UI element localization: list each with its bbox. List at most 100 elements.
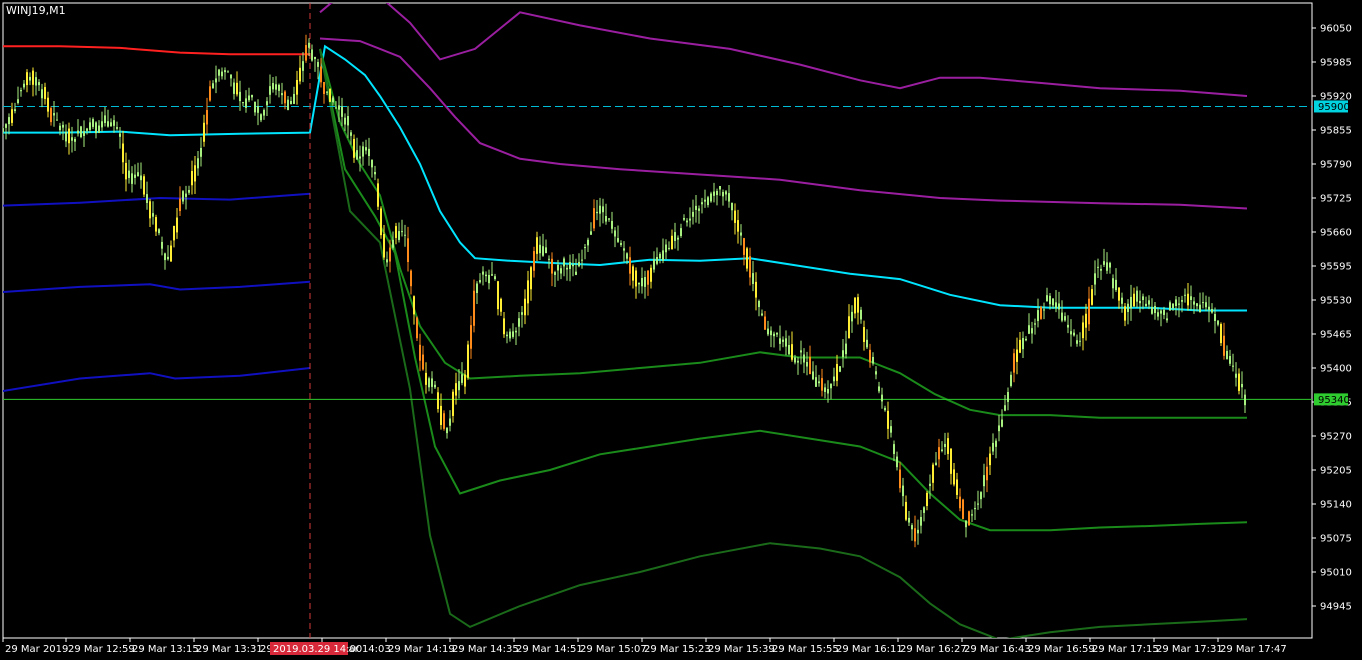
candle-body — [752, 273, 754, 284]
x-tick-label: 29 Mar 17:47 — [1220, 644, 1287, 655]
candle-body — [197, 158, 199, 169]
candle-body — [761, 313, 763, 316]
candle-body — [614, 230, 616, 237]
candle-body — [1238, 373, 1240, 391]
candle-body — [1079, 340, 1081, 342]
candle-body — [164, 253, 166, 261]
candle-body — [1181, 300, 1183, 302]
candle-body — [851, 311, 853, 322]
candle-body — [233, 82, 235, 94]
candle-body — [998, 425, 1000, 432]
candle-body — [617, 238, 619, 242]
candle-body — [176, 217, 178, 233]
candle-body — [1067, 324, 1069, 328]
candle-body — [446, 427, 448, 434]
candle-body — [1001, 419, 1003, 427]
x-tick-label: 29 Mar 13:31 — [196, 644, 263, 655]
candle-body — [539, 244, 541, 254]
candle-body — [959, 496, 961, 509]
candle-body — [422, 354, 424, 370]
candle-body — [80, 126, 82, 138]
candle-body — [824, 387, 826, 392]
y-tick-label: 95140 — [1320, 500, 1352, 511]
candle-body — [968, 511, 970, 526]
price-chart[interactable]: 9605095985959209585595790957259566095595… — [0, 0, 1362, 660]
candle-body — [596, 211, 598, 214]
candle-body — [1052, 298, 1054, 306]
candle-body — [116, 127, 118, 129]
candle-body — [416, 317, 418, 339]
x-tick-label: 29 Mar 2019 — [5, 644, 68, 655]
candle-body — [182, 191, 184, 202]
candle-body — [1196, 303, 1198, 307]
candle-body — [434, 384, 436, 388]
candle-body — [500, 298, 502, 312]
candle-body — [896, 456, 898, 468]
candle-body — [557, 264, 559, 271]
candle-body — [8, 117, 10, 125]
candle-body — [479, 280, 481, 283]
candle-body — [1046, 295, 1048, 302]
candle-body — [548, 258, 550, 260]
candle-body — [881, 394, 883, 402]
candle-body — [56, 119, 58, 121]
candle-body — [263, 109, 265, 116]
candle-body — [302, 61, 304, 71]
candle-body — [77, 130, 79, 134]
candle-body — [101, 121, 103, 128]
candle-body — [1157, 312, 1159, 317]
candle-body — [1202, 302, 1204, 304]
candle-body — [287, 99, 289, 111]
candle-body — [365, 147, 367, 151]
candle-body — [731, 202, 733, 211]
candle-body — [740, 232, 742, 236]
candle-body — [1112, 278, 1114, 289]
candle-body — [11, 109, 13, 123]
candle-body — [431, 378, 433, 387]
candle-body — [1004, 405, 1006, 411]
candle-body — [512, 331, 514, 337]
candle-body — [41, 89, 43, 99]
candle-body — [992, 442, 994, 452]
candle-body — [1154, 305, 1156, 314]
candle-body — [17, 99, 19, 104]
candle-body — [281, 93, 283, 96]
candle-body — [1178, 303, 1180, 305]
candle-body — [74, 138, 76, 142]
candle-body — [566, 267, 568, 270]
y-tick-label: 95400 — [1320, 364, 1352, 375]
candle-body — [203, 122, 205, 142]
candle-body — [941, 449, 943, 452]
candle-body — [1055, 302, 1057, 309]
candle-body — [767, 328, 769, 335]
candle-body — [602, 206, 604, 213]
candle-body — [821, 378, 823, 391]
candle-body — [1031, 328, 1033, 334]
x-tick-label: 29 Mar 15:39 — [708, 644, 775, 655]
candle-body — [965, 520, 967, 528]
candle-body — [32, 70, 34, 85]
candle-body — [275, 84, 277, 90]
candle-body — [866, 339, 868, 348]
candle-body — [419, 344, 421, 361]
candle-body — [26, 72, 28, 86]
candle-body — [320, 66, 322, 83]
candle-body — [692, 211, 694, 217]
candle-body — [377, 183, 379, 207]
candle-body — [791, 344, 793, 360]
candle-body — [1175, 299, 1177, 307]
candle-body — [86, 128, 88, 131]
candle-body — [467, 344, 469, 378]
candle-body — [707, 197, 709, 206]
candle-body — [1061, 312, 1063, 321]
candle-body — [53, 113, 55, 116]
candle-body — [776, 332, 778, 335]
candle-body — [200, 147, 202, 157]
candle-body — [68, 128, 70, 144]
candle-body — [686, 220, 688, 223]
candle-body — [161, 241, 163, 249]
candle-body — [590, 231, 592, 235]
x-tick-label: 29 Mar 17:15 — [1092, 644, 1159, 655]
candle-body — [1109, 262, 1111, 268]
candle-body — [626, 253, 628, 259]
